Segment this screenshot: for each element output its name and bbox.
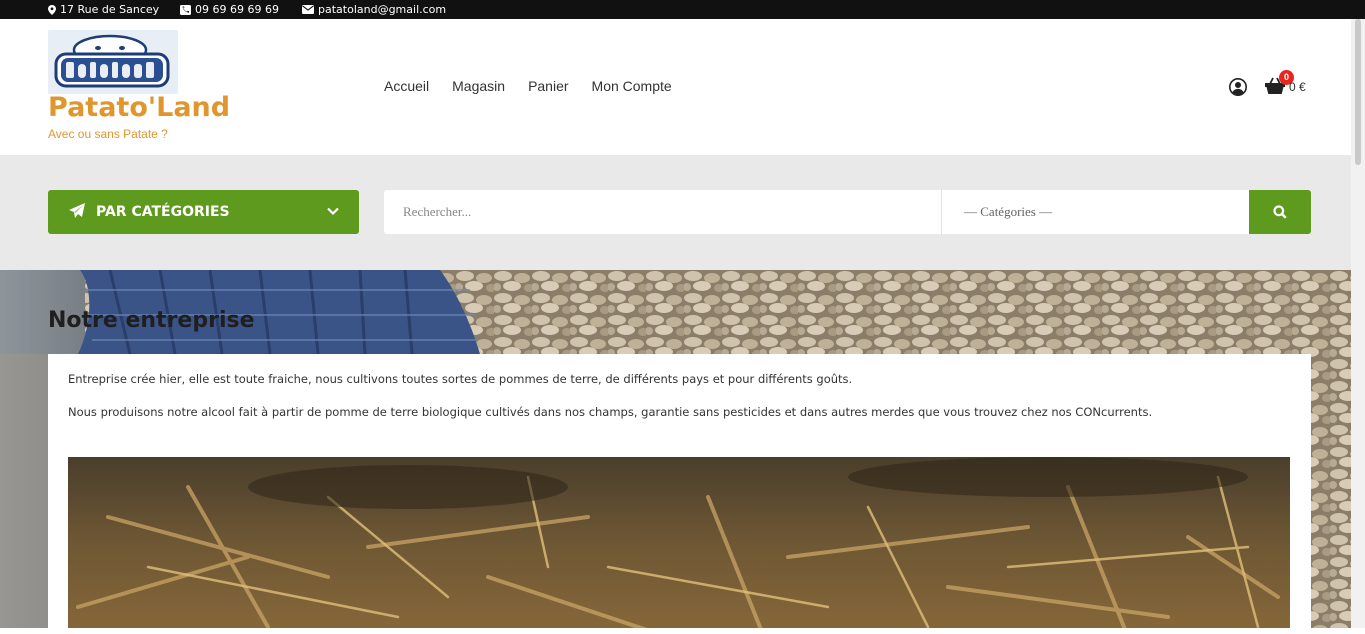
address-item: 17 Rue de Sancey <box>48 3 159 16</box>
user-circle-icon[interactable] <box>1229 78 1247 96</box>
phone-text[interactable]: 09 69 69 69 69 <box>195 3 279 16</box>
envelope-icon <box>302 5 314 14</box>
search-button[interactable] <box>1249 190 1311 234</box>
search-input[interactable] <box>384 190 941 234</box>
chevron-down-icon <box>327 207 339 216</box>
intro-paragraph-2: Nous produisons notre alcool fait à part… <box>68 405 1153 419</box>
address-text: 17 Rue de Sancey <box>60 3 160 16</box>
email-item[interactable]: patatoland@gmail.com <box>302 3 446 16</box>
content-card: Entreprise crée hier, elle est toute fra… <box>48 354 1311 628</box>
search-field[interactable] <box>384 190 941 234</box>
main-nav: Accueil Magasin Panier Mon Compte <box>384 78 672 94</box>
phone-item[interactable]: 09 69 69 69 69 <box>180 3 279 16</box>
nav-item-magasin[interactable]: Magasin <box>452 78 505 94</box>
search-band: PAR CATÉGORIES — Catégories — <box>0 155 1351 270</box>
category-select-value: — Catégories — <box>964 204 1053 219</box>
nav-item-accueil[interactable]: Accueil <box>384 78 429 94</box>
search-icon <box>1273 205 1287 219</box>
site-title[interactable]: Patato'Land <box>48 92 230 123</box>
site-tagline: Avec ou sans Patate ? <box>48 127 168 141</box>
cart-total[interactable]: 0 € <box>1289 80 1306 94</box>
map-marker-icon <box>48 4 56 15</box>
bottom-edge <box>0 628 1365 634</box>
category-select[interactable]: — Catégories — <box>941 190 1249 234</box>
hero-section: Notre entreprise Entreprise crée hier, e… <box>0 270 1351 628</box>
nav-item-panier[interactable]: Panier <box>528 78 568 94</box>
section-title: Notre entreprise <box>48 308 255 333</box>
scrollbar-thumb[interactable] <box>1355 19 1361 165</box>
categories-button-label: PAR CATÉGORIES <box>96 204 230 220</box>
page-scrollbar[interactable] <box>1351 19 1365 628</box>
site-header: Patato'Land Avec ou sans Patate ? Accuei… <box>0 19 1351 155</box>
site-logo[interactable] <box>48 30 178 94</box>
intro-paragraph-1: Entreprise crée hier, elle est toute fra… <box>68 372 853 386</box>
nav-item-mon-compte[interactable]: Mon Compte <box>592 78 672 94</box>
paper-plane-icon <box>69 203 85 218</box>
straw-field-photo <box>68 457 1290 628</box>
phone-icon <box>180 4 191 15</box>
categories-dropdown-button[interactable]: PAR CATÉGORIES <box>48 190 359 234</box>
email-text[interactable]: patatoland@gmail.com <box>318 3 446 16</box>
top-contact-bar: 17 Rue de Sancey 09 69 69 69 69 patatola… <box>0 0 1365 19</box>
